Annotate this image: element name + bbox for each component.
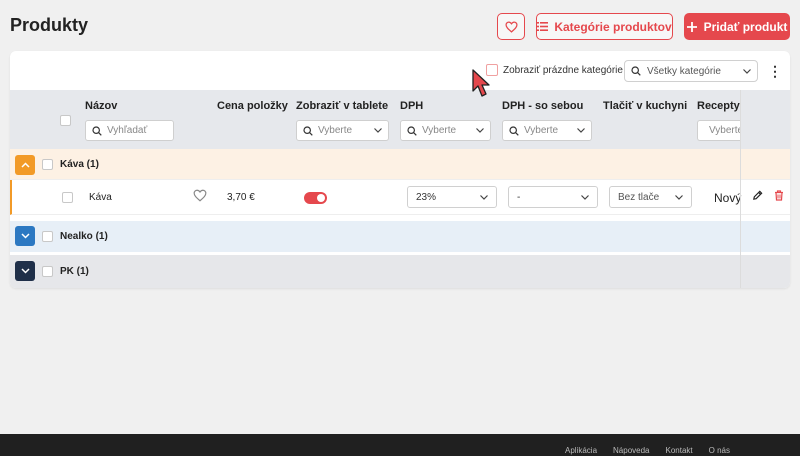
footer-link-app[interactable]: Aplikácia <box>565 446 597 455</box>
footer-links: Aplikácia Nápoveda Kontakt O nás <box>565 446 730 455</box>
chevron-down-icon <box>476 128 484 133</box>
footer-link-about[interactable]: O nás <box>709 446 730 455</box>
category-name: PK (1) <box>60 266 89 277</box>
chevron-down-icon <box>675 194 683 200</box>
expand-category-button[interactable] <box>15 226 35 246</box>
search-icon <box>631 66 641 76</box>
add-product-button[interactable]: Pridať produkt <box>684 13 790 40</box>
footer: Aplikácia Nápoveda Kontakt O nás <box>0 434 800 456</box>
product-categories-label: Kategórie produktov <box>554 19 672 34</box>
select-all-checkbox[interactable] <box>60 115 71 126</box>
vat-takeaway-filter-placeholder: Vyberte <box>524 125 559 136</box>
favorites-button[interactable] <box>497 13 525 40</box>
product-name: Káva <box>89 192 112 203</box>
category-checkbox[interactable] <box>42 231 53 242</box>
footer-link-help[interactable]: Nápoveda <box>613 446 649 455</box>
expand-category-button[interactable] <box>15 261 35 281</box>
kitchen-print-value: Bez tlače <box>618 191 660 203</box>
sticky-column-divider <box>740 90 741 288</box>
chevron-down-icon <box>743 68 751 74</box>
collapse-category-button[interactable] <box>15 155 35 175</box>
vat-takeaway-value: - <box>517 191 521 203</box>
chevron-down-icon <box>20 268 30 274</box>
table-header: Názov Vyhľadať Cena položky Zobraziť v t… <box>10 90 790 149</box>
category-name: Káva (1) <box>60 159 99 170</box>
name-search-placeholder: Vyhľadať <box>107 125 148 136</box>
show-empty-categories-toggle[interactable]: Zobraziť prázdne kategórie <box>486 64 623 76</box>
column-header-vat[interactable]: DPH <box>400 100 423 112</box>
category-filter-select[interactable]: Všetky kategórie <box>624 60 758 82</box>
show-empty-categories-label: Zobraziť prázdne kategórie <box>503 64 623 76</box>
product-price: 3,70 € <box>227 192 255 203</box>
pencil-icon[interactable] <box>752 190 763 201</box>
product-categories-button[interactable]: Kategórie produktov <box>536 13 673 40</box>
page-title: Produkty <box>10 15 89 35</box>
vat-filter-select[interactable]: Vyberte <box>400 120 491 141</box>
category-row-nealko[interactable]: Nealko (1) <box>10 221 790 252</box>
chevron-down-icon <box>374 128 382 133</box>
chevron-down-icon <box>581 194 589 200</box>
chevron-down-icon <box>480 194 488 200</box>
recipes-filter-select[interactable]: Vyberte <box>697 120 740 141</box>
table-row: Káva 3,70 € 23% - Bez tlače Nový <box>10 180 790 215</box>
show-tablet-filter-select[interactable]: Vyberte <box>296 120 389 141</box>
recipes-filter-placeholder: Vyberte <box>709 125 740 136</box>
category-filter-value: Všetky kategórie <box>647 65 721 77</box>
more-options-icon[interactable]: ⋮ <box>768 62 782 80</box>
vat-takeaway-select[interactable]: - <box>508 186 598 208</box>
vat-takeaway-filter-select[interactable]: Vyberte <box>502 120 592 141</box>
category-name: Nealko (1) <box>60 231 108 242</box>
column-header-show-tablet[interactable]: Zobraziť v tablete <box>296 100 388 112</box>
chevron-down-icon <box>577 128 585 133</box>
footer-link-contact[interactable]: Kontakt <box>666 446 693 455</box>
column-header-kitchen-print[interactable]: Tlačiť v kuchyni <box>603 100 687 112</box>
chevron-down-icon <box>20 233 30 239</box>
vat-filter-placeholder: Vyberte <box>422 125 457 136</box>
column-header-name[interactable]: Názov <box>85 100 117 112</box>
recipe-value[interactable]: Nový <box>714 191 741 205</box>
vat-select[interactable]: 23% <box>407 186 497 208</box>
kitchen-print-select[interactable]: Bez tlače <box>609 186 692 208</box>
column-header-recipes[interactable]: Recepty <box>697 100 740 112</box>
heart-icon <box>504 21 518 33</box>
search-icon <box>407 125 417 136</box>
column-header-price[interactable]: Cena položky <box>217 100 288 112</box>
plus-icon <box>686 21 697 32</box>
category-checkbox[interactable] <box>42 266 53 277</box>
name-search-input[interactable]: Vyhľadať <box>85 120 174 141</box>
category-row-pk[interactable]: PK (1) <box>10 255 790 288</box>
row-checkbox[interactable] <box>62 192 73 203</box>
category-row-kava[interactable]: Káva (1) <box>10 149 790 180</box>
search-icon <box>509 125 519 136</box>
chevron-up-icon <box>20 162 30 168</box>
search-icon <box>303 125 313 136</box>
category-checkbox[interactable] <box>42 159 53 170</box>
column-header-vat-takeaway[interactable]: DPH - so sebou <box>502 100 583 112</box>
heart-icon[interactable] <box>193 189 207 202</box>
add-product-label: Pridať produkt <box>703 19 788 34</box>
list-icon <box>537 22 549 31</box>
vat-value: 23% <box>416 191 437 203</box>
mouse-cursor-icon <box>472 69 490 97</box>
show-in-tablet-toggle[interactable] <box>304 192 327 204</box>
products-table-card: Zobraziť prázdne kategórie Všetky kategó… <box>10 51 790 288</box>
show-tablet-filter-placeholder: Vyberte <box>318 125 353 136</box>
trash-icon[interactable] <box>774 190 784 201</box>
search-icon <box>92 125 102 136</box>
